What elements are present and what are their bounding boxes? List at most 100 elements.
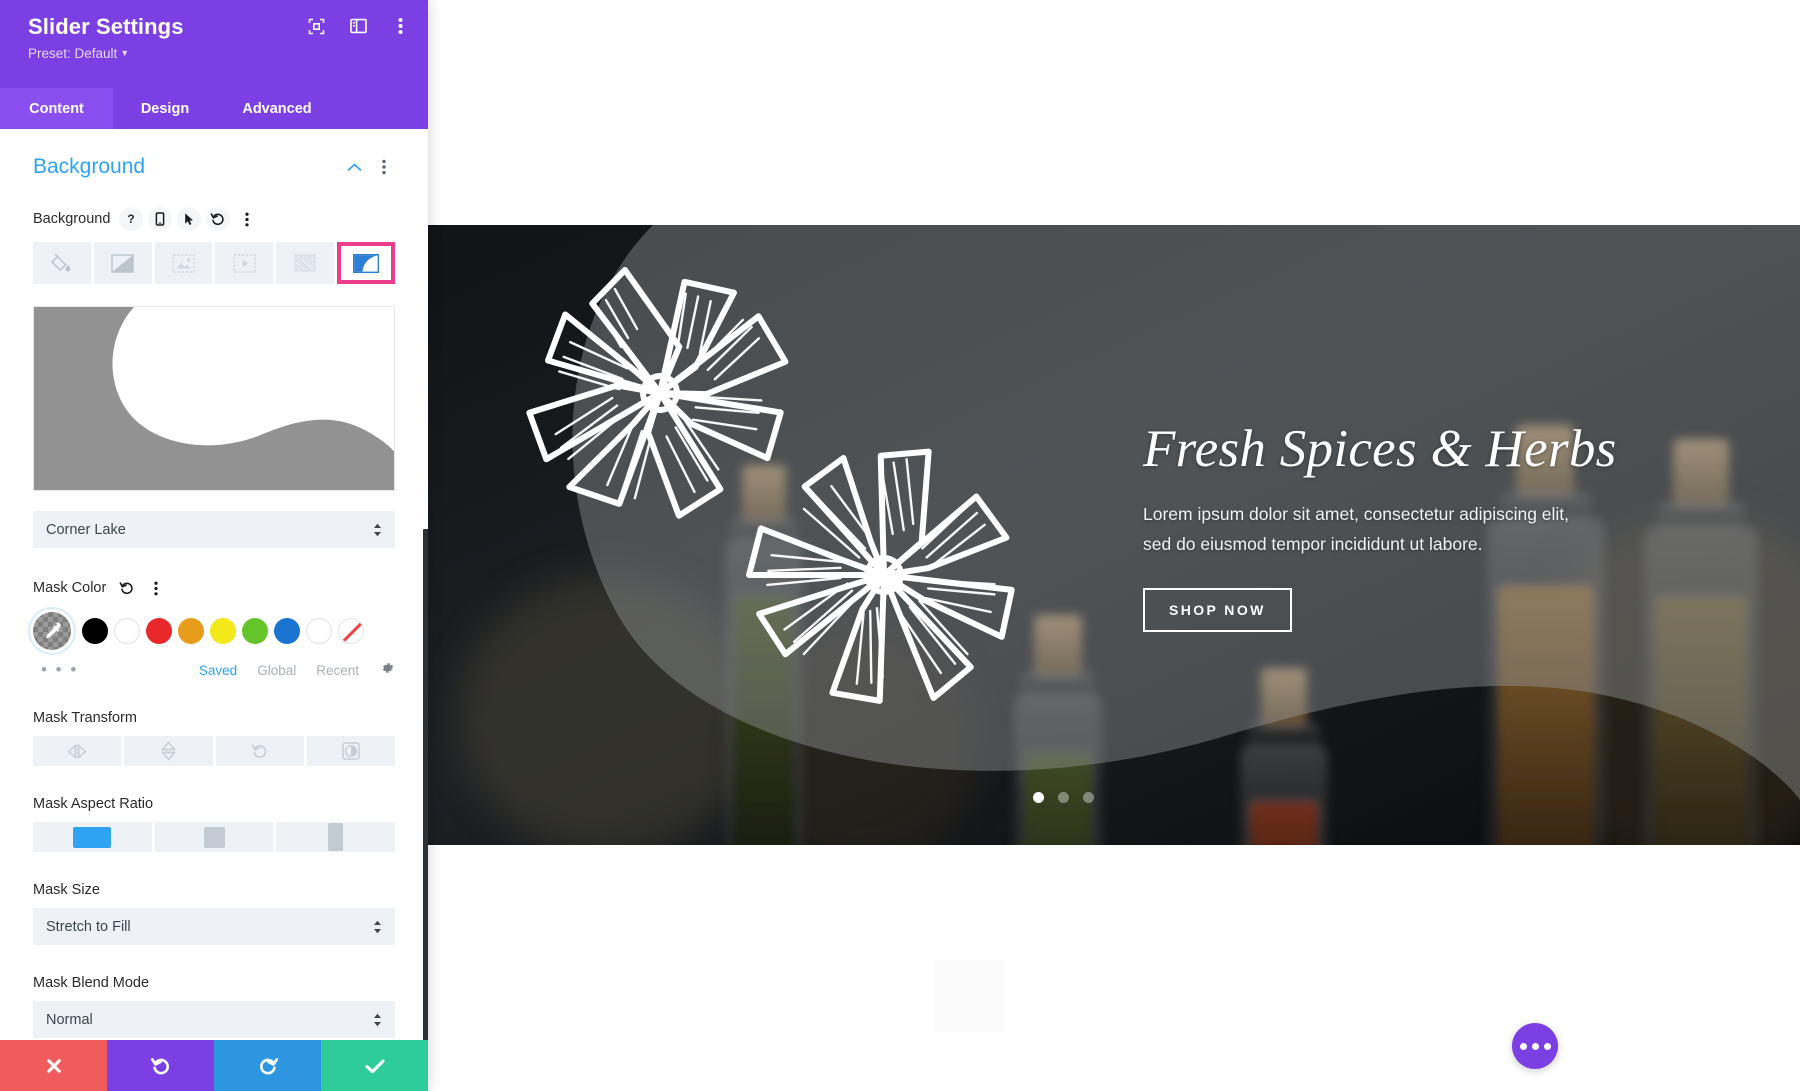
redo-button[interactable] <box>214 1040 321 1091</box>
mask-size-label: Mask Size <box>33 882 100 898</box>
mask-transform-buttons <box>33 736 395 766</box>
panel-header-actions <box>306 16 410 36</box>
cancel-button[interactable] <box>0 1040 107 1091</box>
swatch-yellow[interactable] <box>210 618 236 644</box>
background-section-header: Background <box>33 129 395 183</box>
mask-preview <box>33 306 395 491</box>
mask-color-kebab-icon[interactable] <box>144 576 168 600</box>
more-colors-dots[interactable]: • • • <box>33 660 93 680</box>
flip-horizontal-button[interactable] <box>33 736 122 766</box>
gear-icon[interactable] <box>379 660 395 681</box>
ellipsis-dot-3 <box>1543 1042 1551 1050</box>
slider-settings-panel: Slider Settings Preset: Default ▼ Conten… <box>0 0 428 1091</box>
chevron-up-icon[interactable] <box>343 156 365 178</box>
background-field-label-row: Background ? <box>33 207 395 231</box>
background-type-image[interactable] <box>154 242 213 284</box>
preset-selector[interactable]: Preset: Default ▼ <box>28 46 408 61</box>
background-type-mask[interactable] <box>337 242 395 284</box>
swatch-black[interactable] <box>82 618 108 644</box>
flip-vertical-button[interactable] <box>124 736 213 766</box>
mask-aspect-ratio-buttons <box>33 822 396 852</box>
swatch-orange[interactable] <box>178 618 204 644</box>
undo-button[interactable] <box>107 1040 214 1091</box>
hover-cursor-icon[interactable] <box>177 207 202 231</box>
placeholder-block <box>933 960 1005 1032</box>
landscape-icon <box>73 826 112 848</box>
color-picker-eyedropper[interactable] <box>33 612 71 650</box>
aspect-portrait-button[interactable] <box>276 822 396 852</box>
swatch-transparent[interactable] <box>338 618 364 644</box>
svg-text:?: ? <box>128 212 135 226</box>
panel-tabs: Content Design Advanced <box>0 88 428 129</box>
preset-label: Preset: Default <box>28 46 118 62</box>
swatch-red[interactable] <box>146 618 172 644</box>
slider-dot-1[interactable] <box>1033 792 1044 803</box>
mask-style-value: Corner Lake <box>46 521 126 538</box>
swatch-white-2[interactable] <box>306 618 332 644</box>
mask-blend-mode-select[interactable]: Normal <box>33 1001 395 1038</box>
ellipsis-dot-2 <box>1531 1042 1539 1050</box>
mask-color-label: Mask Color <box>33 580 107 596</box>
more-options-icon[interactable] <box>390 16 410 36</box>
slider-module[interactable]: Fresh Spices & Herbs Lorem ipsum dolor s… <box>428 225 1800 845</box>
panel-header: Slider Settings Preset: Default ▼ <box>0 0 428 88</box>
chevron-down-icon: ▼ <box>120 48 130 59</box>
page-settings-fab[interactable] <box>1512 1023 1558 1069</box>
rotate-button[interactable] <box>215 736 304 766</box>
panel-footer <box>0 1040 428 1091</box>
settings-scroll-area: Background Background ? Corner Lake Mask… <box>0 129 428 1040</box>
slider-dot-3[interactable] <box>1083 792 1094 803</box>
panel-scrollbar[interactable] <box>423 529 428 1040</box>
color-source-tabs: Saved Global Recent <box>199 660 395 681</box>
help-icon[interactable]: ? <box>119 207 144 231</box>
swatch-white[interactable] <box>114 618 140 644</box>
layout-panel-icon[interactable] <box>348 16 368 36</box>
mask-style-select[interactable]: Corner Lake <box>33 511 395 548</box>
color-swatch-subrow: • • • Saved Global Recent <box>33 660 395 680</box>
chevron-updown-icon <box>373 920 382 934</box>
slider-dot-2[interactable] <box>1058 792 1069 803</box>
mask-aspect-ratio-label: Mask Aspect Ratio <box>33 796 154 812</box>
color-tab-recent[interactable]: Recent <box>316 663 359 678</box>
background-type-video[interactable] <box>215 242 274 284</box>
swatch-blue[interactable] <box>274 618 300 644</box>
portrait-icon <box>328 823 344 851</box>
field-kebab-icon[interactable] <box>235 207 259 231</box>
aspect-square-button[interactable] <box>154 822 274 852</box>
responsive-icon[interactable] <box>148 207 173 231</box>
background-type-pattern[interactable] <box>276 242 335 284</box>
section-kebab-icon[interactable] <box>373 156 395 178</box>
chevron-updown-icon <box>373 523 382 537</box>
reset-icon[interactable] <box>206 207 231 231</box>
tab-design[interactable]: Design <box>113 88 217 129</box>
color-tab-saved[interactable]: Saved <box>199 663 237 678</box>
background-type-selector <box>33 242 395 284</box>
builder-canvas: Fresh Spices & Herbs Lorem ipsum dolor s… <box>428 0 1800 1091</box>
mask-color-reset-icon[interactable] <box>115 576 139 600</box>
mask-size-select[interactable]: Stretch to Fill <box>33 908 395 945</box>
star-anise-illustration <box>526 266 1015 704</box>
aspect-landscape-button[interactable] <box>33 822 152 852</box>
color-tab-global[interactable]: Global <box>257 663 296 678</box>
mask-blend-mode-value: Normal <box>46 1011 93 1028</box>
color-swatch-row <box>33 612 395 650</box>
expand-icon[interactable] <box>306 16 326 36</box>
chevron-updown-icon <box>373 1013 382 1027</box>
background-type-color[interactable] <box>33 242 91 284</box>
save-button[interactable] <box>321 1040 428 1091</box>
swatch-green[interactable] <box>242 618 268 644</box>
ellipsis-dot-1 <box>1519 1042 1527 1050</box>
slider-pagination <box>1033 792 1094 803</box>
background-type-gradient[interactable] <box>93 242 152 284</box>
section-title: Background <box>33 155 146 178</box>
background-field-label: Background <box>33 211 111 227</box>
mask-blend-mode-label: Mask Blend Mode <box>33 975 150 991</box>
tab-advanced[interactable]: Advanced <box>217 88 337 129</box>
mask-color-label-row: Mask Color <box>33 576 395 600</box>
panel-body: Background Background ? Corner Lake Mask… <box>0 129 428 1040</box>
invert-button[interactable] <box>306 736 395 766</box>
square-icon <box>203 826 225 848</box>
tab-content[interactable]: Content <box>0 88 113 129</box>
mask-transform-label: Mask Transform <box>33 710 137 726</box>
mask-size-value: Stretch to Fill <box>46 918 131 935</box>
